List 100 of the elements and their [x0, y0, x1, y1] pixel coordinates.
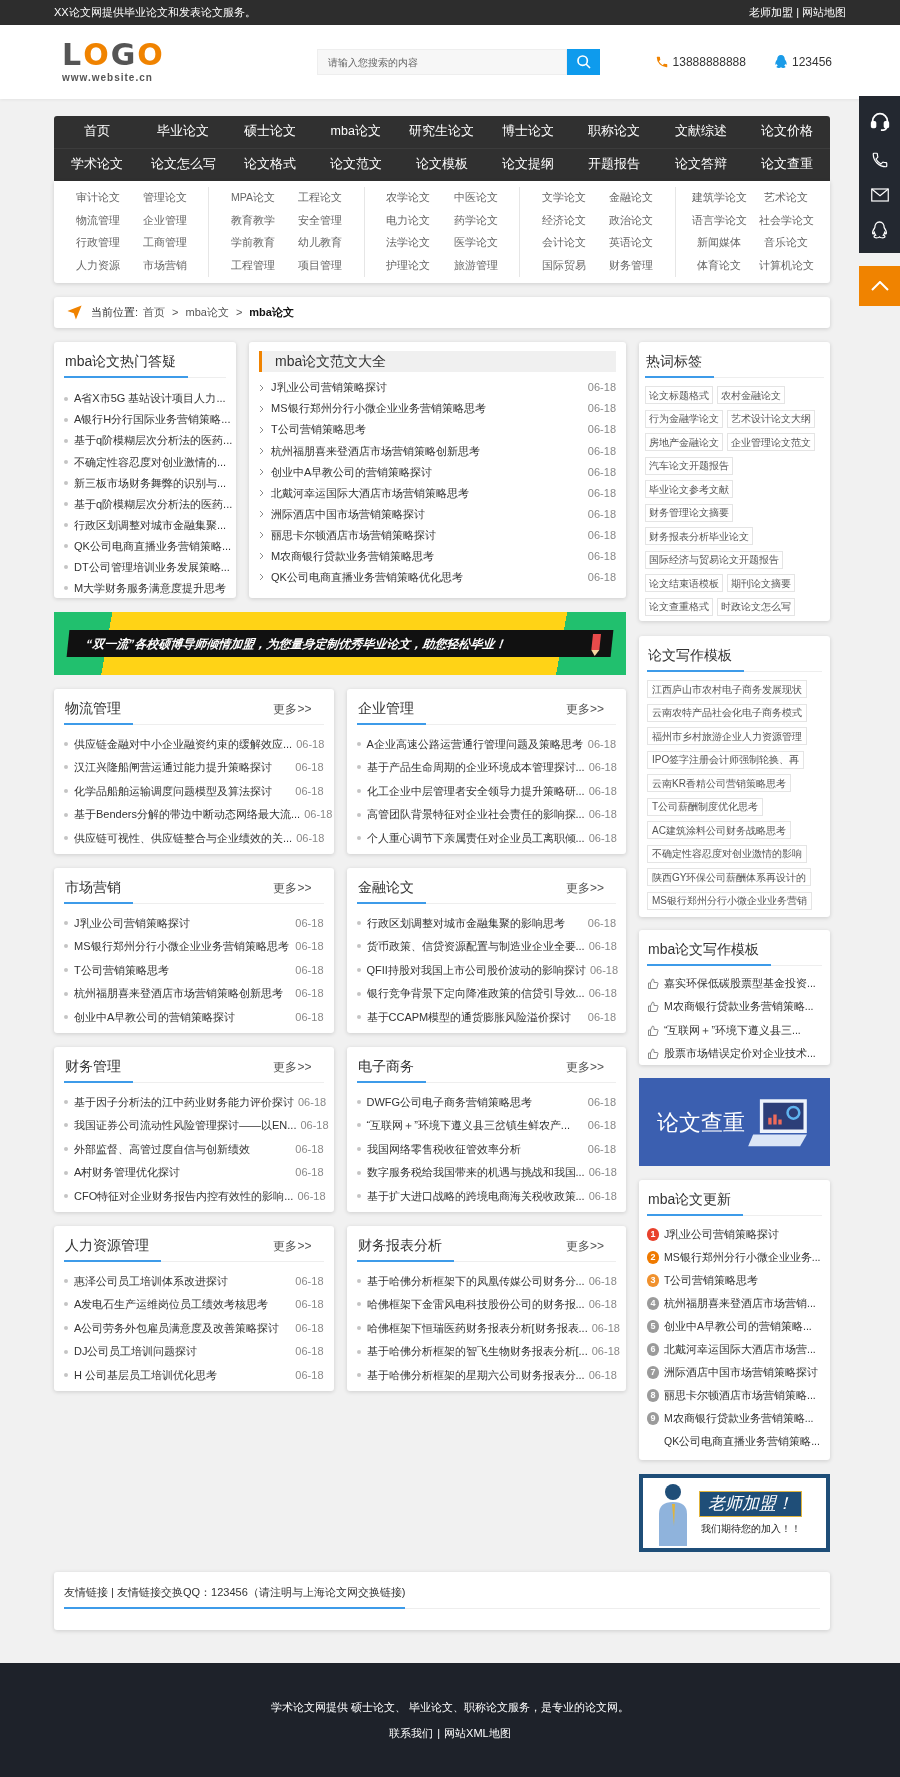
tag-chip[interactable]: AC建筑涂料公司财务战略思考 — [647, 821, 791, 839]
more-link[interactable]: 更多>> — [273, 1058, 312, 1082]
nav-link[interactable]: 学术论文 — [54, 148, 141, 181]
tag-chip[interactable]: 财务报表分析毕业论文 — [645, 527, 753, 545]
article-link[interactable]: MS银行郑州分行小微企业业务营销策略思考 — [74, 938, 292, 955]
article-link[interactable]: T公司营销策略思考 — [74, 961, 292, 979]
tag-chip[interactable]: 房地产金融论文 — [645, 433, 723, 451]
nav-link[interactable]: 职称论文 — [571, 116, 658, 148]
more-link[interactable]: 更多>> — [273, 1237, 312, 1261]
category-link[interactable]: 会计论文 — [530, 232, 598, 254]
more-link[interactable]: 更多>> — [566, 700, 604, 724]
tag-chip[interactable]: T公司薪酬制度优化思考 — [647, 797, 764, 816]
question-link[interactable]: A银行H分行国际业务营销策略... — [74, 411, 231, 428]
article-link[interactable]: CFO特征对企业财务报告内控有效性的影响... — [74, 1187, 294, 1205]
update-link[interactable]: MS银行郑州分行小微企业业务... — [664, 1249, 821, 1266]
tag-chip[interactable]: IPO签字注册会计师强制轮换、再 — [647, 750, 805, 769]
update-link[interactable]: J乳业公司营销策略探讨 — [664, 1226, 780, 1243]
article-link[interactable]: DWFG公司电子商务营销策略思考 — [366, 1093, 584, 1111]
article-link[interactable]: A村财务管理优化探讨 — [74, 1164, 292, 1181]
update-link[interactable]: 丽思卡尔顿酒店市场营销策略... — [664, 1387, 816, 1404]
article-link[interactable]: M农商银行贷款业务营销策略思考 — [271, 548, 588, 565]
article-link[interactable]: 杭州福朋喜来登酒店市场营销策略创新思考 — [271, 442, 588, 460]
template-link[interactable]: M农商银行贷款业务营销策略... — [664, 999, 814, 1016]
category-link[interactable]: 法学论文 — [374, 232, 442, 254]
article-link[interactable]: 数字服务税给我国带来的机遇与挑战和我国... — [366, 1164, 585, 1181]
category-link[interactable]: 项目管理 — [286, 254, 354, 277]
category-link[interactable]: 医学论文 — [442, 232, 510, 254]
article-link[interactable]: 基于Benders分解的带边中断动态网络最大流... — [74, 806, 301, 823]
nav-link[interactable]: 文献综述 — [657, 116, 744, 148]
nav-link[interactable]: 论文范文 — [312, 148, 399, 181]
update-link[interactable]: M农商银行贷款业务营销策略... — [664, 1410, 814, 1427]
article-link[interactable]: DJ公司员工培训问题探讨 — [74, 1343, 292, 1360]
footer-link[interactable]: 联系我们 — [389, 1725, 434, 1742]
category-link[interactable]: 金融论文 — [597, 187, 665, 209]
update-link[interactable]: QK公司电商直播业务营销策略... — [664, 1433, 820, 1450]
nav-link[interactable]: 毕业论文 — [140, 116, 227, 148]
teacher-join-banner[interactable]: 老师加盟！ 我们期待您的加入！！ — [639, 1474, 830, 1552]
category-link[interactable]: 社会学论文 — [752, 209, 821, 232]
tag-chip[interactable]: 云南KR香精公司营销策略思考 — [647, 774, 791, 792]
category-link[interactable]: 工商管理 — [131, 232, 199, 254]
article-link[interactable]: 惠泽公司员工培训体系改进探讨 — [74, 1272, 292, 1290]
penguin-icon[interactable] — [871, 220, 888, 240]
nav-link[interactable]: 论文价格 — [743, 116, 830, 148]
nav-link[interactable]: 论文提纲 — [485, 148, 572, 181]
category-link[interactable]: 英语论文 — [597, 232, 665, 254]
site-logo[interactable]: LOGO www.website.cn — [62, 39, 162, 85]
article-link[interactable]: 哈佛框架下恒瑞医药财务报表分析[财务报表... — [366, 1319, 588, 1337]
tag-chip[interactable]: 云南农特产品社会化电子商务模式 — [647, 703, 807, 722]
search-button[interactable] — [567, 49, 600, 75]
question-link[interactable]: M大学财务服务满意度提升思考 — [74, 580, 227, 597]
question-link[interactable]: A省X市5G 基站设计项目人力... — [74, 390, 226, 407]
category-link[interactable]: 企业管理 — [131, 209, 199, 232]
mail-icon[interactable] — [870, 187, 889, 202]
article-link[interactable]: 基于哈佛分析框架的星期六公司财务报表分... — [366, 1366, 585, 1384]
category-link[interactable]: 音乐论文 — [752, 232, 821, 254]
update-link[interactable]: T公司营销策略思考 — [664, 1272, 759, 1289]
category-link[interactable]: 学前教育 — [219, 232, 287, 254]
nav-link[interactable]: 论文查重 — [743, 148, 830, 181]
category-link[interactable]: 安全管理 — [286, 209, 354, 232]
more-link[interactable]: 更多>> — [566, 879, 604, 903]
article-link[interactable]: 基于哈佛分析框架下的凤凰传媒公司财务分... — [366, 1272, 585, 1290]
more-link[interactable]: 更多>> — [566, 1237, 604, 1261]
tag-chip[interactable]: 财务管理论文摘要 — [645, 503, 733, 522]
category-link[interactable]: 工程管理 — [219, 254, 287, 277]
category-link[interactable]: 护理论文 — [374, 254, 442, 277]
article-link[interactable]: 银行竞争背景下定向降准政策的信贷引导效... — [366, 985, 585, 1002]
article-link[interactable]: QK公司电商直播业务营销策略优化思考 — [271, 569, 588, 586]
article-link[interactable]: 基于CCAPM模型的通货膨胀风险溢价探讨 — [366, 1008, 584, 1026]
category-link[interactable]: 旅游管理 — [442, 254, 510, 277]
tag-chip[interactable]: 行为金融学论文 — [645, 409, 723, 428]
category-link[interactable]: 人力资源 — [64, 254, 132, 277]
tag-chip[interactable]: MS银行郑州分行小微企业业务营销 — [647, 891, 812, 910]
tag-chip[interactable]: 农村金融论文 — [717, 386, 785, 404]
category-link[interactable]: 药学论文 — [442, 209, 510, 232]
breadcrumb-link[interactable]: mba论文 — [249, 304, 294, 321]
article-link[interactable]: 基于哈佛分析框架的智飞生物财务报表分析[... — [366, 1343, 588, 1360]
category-link[interactable]: MPA论文 — [219, 187, 287, 209]
category-link[interactable]: 物流管理 — [64, 209, 132, 232]
breadcrumb-link[interactable]: 首页 — [143, 304, 166, 321]
article-link[interactable]: 行政区划调整对城市金融集聚的影响思考 — [366, 914, 584, 932]
article-link[interactable]: 我国网络零售税收征管效率分析 — [366, 1140, 584, 1158]
tag-chip[interactable]: 时政论文怎么写 — [717, 597, 795, 616]
article-link[interactable]: 汉江兴隆船闸营运通过能力提升策略探讨 — [74, 759, 292, 776]
article-link[interactable]: 外部监督、高管过度自信与创新绩效 — [74, 1140, 292, 1158]
update-link[interactable]: 杭州福朋喜来登酒店市场营销... — [664, 1295, 816, 1312]
tag-chip[interactable]: 福州市乡村旅游企业人力资源管理 — [647, 727, 807, 745]
tag-chip[interactable]: 国际经济与贸易论文开题报告 — [645, 550, 783, 569]
nav-link[interactable]: 论文怎么写 — [140, 148, 227, 181]
article-link[interactable]: 创业中A早教公司的营销策略探讨 — [271, 463, 588, 481]
question-link[interactable]: 基于q阶模糊层次分析法的医药... — [74, 432, 233, 449]
article-link[interactable]: 洲际酒店中国市场营销策略探讨 — [271, 505, 588, 523]
tag-chip[interactable]: 论文查重格式 — [645, 597, 713, 616]
article-link[interactable]: 基于扩大进口战略的跨境电商海关税收政策... — [366, 1187, 585, 1205]
article-link[interactable]: 基于因子分析法的江中药业财务能力评价探讨 — [74, 1093, 294, 1111]
category-link[interactable]: 审计论文 — [64, 187, 132, 209]
category-link[interactable]: 教育教学 — [219, 209, 287, 232]
question-link[interactable]: QK公司电商直播业务营销策略... — [74, 537, 232, 555]
article-link[interactable]: A企业高速公路运营通行管理问题及策略思考 — [366, 735, 584, 753]
article-link[interactable]: 化学品船舶运输调度问题模型及算法探讨 — [74, 782, 292, 800]
category-link[interactable]: 建筑学论文 — [685, 187, 753, 209]
